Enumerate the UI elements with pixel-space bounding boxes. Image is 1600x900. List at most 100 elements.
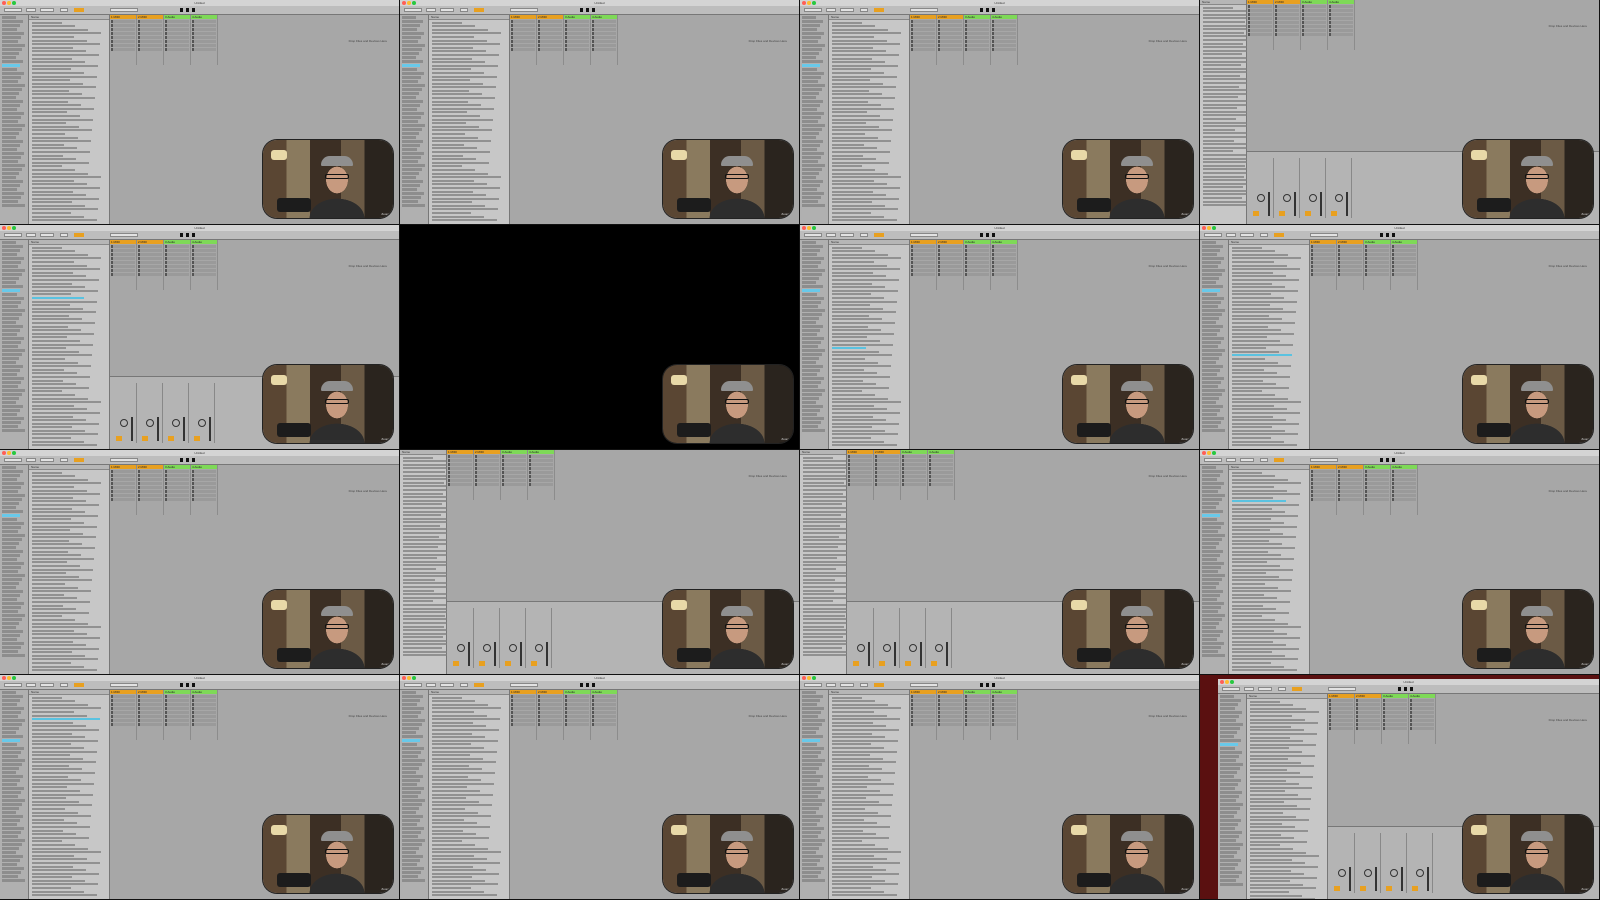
transport-control[interactable] xyxy=(1240,458,1254,462)
sidebar-item[interactable] xyxy=(2,538,22,541)
clip-slot[interactable] xyxy=(1338,257,1362,260)
clip-slot[interactable] xyxy=(1356,719,1380,722)
file-list-item[interactable] xyxy=(1232,629,1274,632)
file-list-item[interactable] xyxy=(32,579,92,582)
sidebar-item[interactable] xyxy=(2,124,25,127)
clip-slot[interactable] xyxy=(1356,723,1380,726)
clip-slot[interactable] xyxy=(938,269,962,272)
clip-slot[interactable] xyxy=(1392,261,1416,264)
file-list-item[interactable] xyxy=(1232,419,1286,422)
clip-slot[interactable] xyxy=(511,723,535,726)
sidebar-item[interactable] xyxy=(2,128,22,131)
clip-slot[interactable] xyxy=(511,711,535,714)
sidebar-item[interactable] xyxy=(1202,265,1218,268)
track-header[interactable]: 4 Audio xyxy=(191,465,217,469)
sidebar-item[interactable] xyxy=(402,84,425,87)
file-list-item[interactable] xyxy=(803,492,843,495)
clip-slot[interactable] xyxy=(538,40,562,43)
file-list-item[interactable] xyxy=(832,318,882,321)
file-list-item[interactable] xyxy=(32,718,100,721)
clip-slot[interactable] xyxy=(165,470,189,473)
file-list-item[interactable] xyxy=(432,743,471,746)
sidebar-item[interactable] xyxy=(802,767,819,770)
sidebar-item[interactable] xyxy=(1202,570,1218,573)
clip-slot[interactable] xyxy=(529,475,553,478)
file-list-item[interactable] xyxy=(432,739,498,742)
sidebar-item[interactable] xyxy=(1202,245,1223,248)
clip-slot[interactable] xyxy=(992,245,1016,248)
sidebar-item[interactable] xyxy=(2,626,16,629)
clip-slot[interactable] xyxy=(565,711,589,714)
transport-control[interactable] xyxy=(110,683,138,687)
sidebar-item[interactable] xyxy=(1202,506,1216,509)
sidebar-item[interactable] xyxy=(802,783,817,786)
clip-slot[interactable] xyxy=(138,482,162,485)
clip-slot[interactable] xyxy=(938,24,962,27)
track-header[interactable]: 1 MIDI xyxy=(510,15,536,19)
file-list-item[interactable] xyxy=(832,404,874,407)
clip-slot[interactable] xyxy=(1392,257,1416,260)
file-list-item[interactable] xyxy=(832,336,867,339)
stop-icon[interactable] xyxy=(1386,458,1389,462)
track-header[interactable]: 1 MIDI xyxy=(110,15,136,19)
file-list-item[interactable] xyxy=(832,779,881,782)
sidebar-item[interactable] xyxy=(2,196,21,199)
clip-slot[interactable] xyxy=(511,699,535,702)
clip-slot[interactable] xyxy=(1329,719,1353,722)
file-list-item[interactable] xyxy=(32,122,66,125)
file-list-item[interactable] xyxy=(403,582,448,585)
sidebar-item[interactable] xyxy=(1202,638,1217,641)
sidebar-item[interactable] xyxy=(2,96,16,99)
clip-slot[interactable] xyxy=(111,695,135,698)
clip-slot[interactable] xyxy=(1302,21,1326,24)
file-list-item[interactable] xyxy=(32,186,100,189)
file-list-item[interactable] xyxy=(432,100,468,103)
clip-slot[interactable] xyxy=(875,455,899,458)
transport-control[interactable] xyxy=(1258,687,1272,691)
clip-slot[interactable] xyxy=(1329,29,1353,32)
track-column[interactable]: 2 MIDI xyxy=(1337,465,1364,515)
clip-slot[interactable] xyxy=(511,719,535,722)
file-list-item[interactable] xyxy=(32,64,98,67)
track-column[interactable]: 4 Audio xyxy=(991,690,1018,740)
file-list-item[interactable] xyxy=(1232,586,1278,589)
clip-slot[interactable] xyxy=(538,24,562,27)
file-list-item[interactable] xyxy=(32,797,66,800)
clip-slot[interactable] xyxy=(911,257,935,260)
transport-control[interactable] xyxy=(826,233,836,237)
transport-control[interactable] xyxy=(426,8,436,12)
clip-slot[interactable] xyxy=(592,36,616,39)
file-list-item[interactable] xyxy=(32,633,87,636)
sidebar-item[interactable] xyxy=(2,76,21,79)
sidebar-item[interactable] xyxy=(802,168,822,171)
file-list-item[interactable] xyxy=(1250,765,1314,768)
file-list-item[interactable] xyxy=(432,858,487,861)
clip-slot[interactable] xyxy=(848,467,872,470)
clip-slot[interactable] xyxy=(1248,13,1272,16)
file-list-item[interactable] xyxy=(803,589,834,592)
clip-slot[interactable] xyxy=(192,20,216,23)
clip-slot[interactable] xyxy=(192,699,216,702)
play-icon[interactable] xyxy=(180,233,183,237)
track-activator-button[interactable] xyxy=(505,661,511,666)
transport-control[interactable] xyxy=(460,683,468,687)
clip-slot[interactable] xyxy=(911,24,935,27)
clip-slot[interactable] xyxy=(1338,261,1362,264)
sidebar-item[interactable] xyxy=(2,703,17,706)
file-list-item[interactable] xyxy=(832,111,867,114)
track-column[interactable]: 3 Audio xyxy=(501,450,528,500)
clip-slot[interactable] xyxy=(192,273,216,276)
file-list-item[interactable] xyxy=(432,764,469,767)
track-activator-button[interactable] xyxy=(1412,886,1418,891)
clip-slot[interactable] xyxy=(938,703,962,706)
stop-icon[interactable] xyxy=(1386,233,1389,237)
file-list-item[interactable] xyxy=(832,375,890,378)
file-list-item[interactable] xyxy=(1203,10,1246,13)
track-header[interactable]: 4 Audio xyxy=(1391,240,1417,244)
sidebar-item[interactable] xyxy=(802,727,819,730)
clip-slot[interactable] xyxy=(965,699,989,702)
file-list-item[interactable] xyxy=(432,79,470,82)
sidebar-item[interactable] xyxy=(802,164,825,167)
file-list-item[interactable] xyxy=(1250,736,1290,739)
sidebar-item[interactable] xyxy=(1202,562,1224,565)
